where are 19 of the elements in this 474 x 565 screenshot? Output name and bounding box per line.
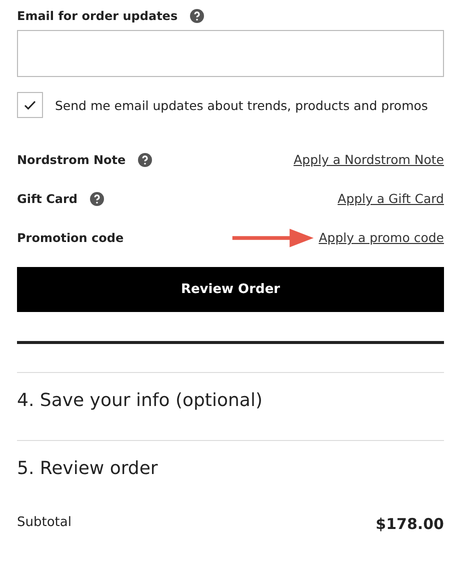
option-label: Promotion code bbox=[17, 230, 124, 244]
checkbox-label: Send me email updates about trends, products and promos bbox=[55, 98, 428, 112]
checkbox[interactable] bbox=[17, 92, 43, 118]
review-order-button[interactable]: Review Order bbox=[17, 267, 444, 312]
apply-link[interactable]: Apply a promo code bbox=[318, 230, 444, 245]
email-field[interactable] bbox=[17, 30, 444, 77]
subtotal-label: Subtotal bbox=[17, 515, 72, 532]
step-heading: 4. Save your info (optional) bbox=[17, 390, 264, 412]
apply-link[interactable]: Apply a Gift Card bbox=[338, 191, 444, 206]
checkmark-icon bbox=[23, 98, 37, 112]
step-heading: 5. Review order bbox=[17, 458, 159, 480]
option-label: Gift Card bbox=[17, 192, 78, 206]
subtotal-amount: $178.00 bbox=[376, 515, 444, 533]
field-label: Email for order updates bbox=[17, 9, 178, 23]
help-icon[interactable] bbox=[190, 9, 204, 23]
apply-link[interactable]: Apply a Nordstrom Note bbox=[294, 152, 444, 167]
help-icon[interactable] bbox=[138, 152, 152, 166]
help-icon[interactable] bbox=[90, 192, 104, 206]
option-label: Nordstrom Note bbox=[17, 152, 126, 166]
